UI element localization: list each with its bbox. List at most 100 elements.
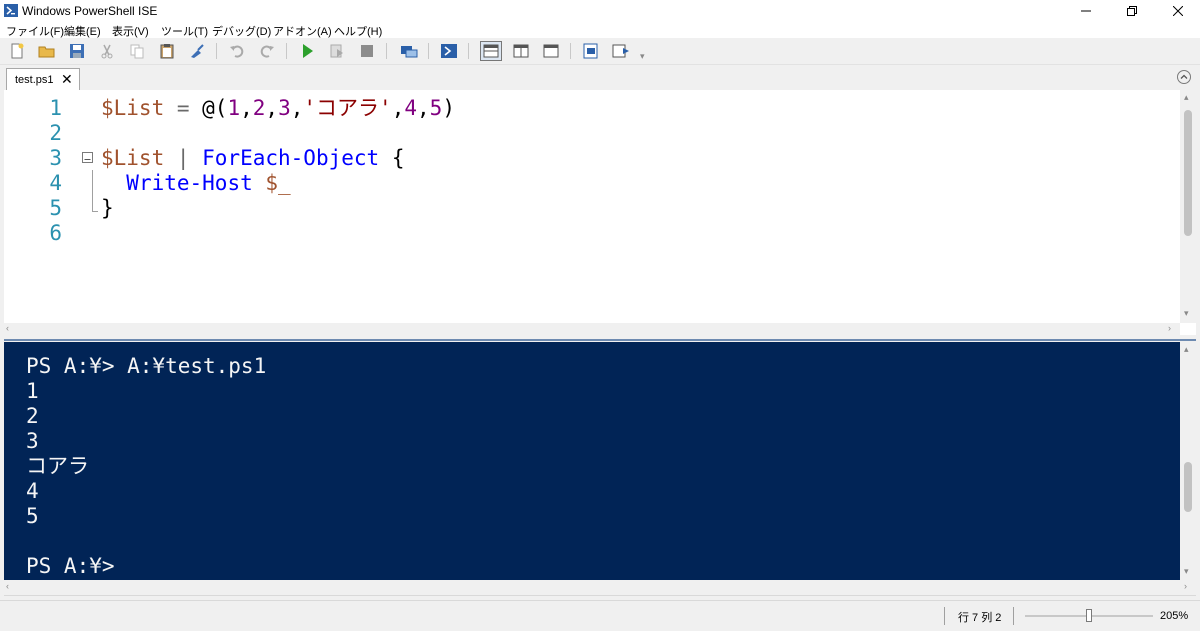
- code-token: Write-Host: [126, 171, 253, 195]
- powershell-ise-icon: [4, 4, 18, 17]
- console-line: PS A:¥>: [26, 554, 115, 578]
- menu-debug[interactable]: デバッグ(D): [212, 23, 271, 39]
- scroll-up-icon[interactable]: ▴: [1184, 92, 1189, 103]
- tab-test-ps1[interactable]: test.ps1 ✕: [6, 68, 80, 90]
- scroll-right-icon[interactable]: ›: [1168, 323, 1171, 333]
- scroll-left-icon[interactable]: ‹: [6, 323, 9, 333]
- layout-max-icon[interactable]: [542, 42, 560, 60]
- code-token: |: [164, 146, 203, 170]
- console-pane[interactable]: PS A:¥> A:¥test.ps1 1 2 3 コアラ 4 5 PS A:¥>: [4, 342, 1180, 580]
- cursor-position: 行 7 列 2: [958, 612, 1002, 624]
- code-line: $List | ForEach-Object {: [101, 146, 404, 171]
- powershell-icon[interactable]: [440, 42, 458, 60]
- layout-right-icon[interactable]: [512, 42, 530, 60]
- tab-close-icon[interactable]: ✕: [61, 71, 73, 88]
- console-line: 3: [26, 429, 39, 453]
- console-horizontal-scrollbar[interactable]: ‹ ›: [4, 580, 1196, 596]
- show-script-pane-icon[interactable]: [582, 42, 600, 60]
- code-token: }: [101, 196, 114, 220]
- paste-icon[interactable]: [158, 42, 176, 60]
- line-number: 4: [49, 171, 62, 195]
- scroll-down-icon[interactable]: ▾: [1184, 308, 1189, 319]
- menu-help[interactable]: ヘルプ(H): [334, 23, 382, 39]
- scroll-up-icon[interactable]: ▴: [1184, 344, 1189, 355]
- code-token: $_: [265, 171, 291, 195]
- show-commands-icon[interactable]: [612, 42, 630, 60]
- menu-bar: ファイル(F) 編集(E) 表示(V) ツール(T) デバッグ(D) アドオン(…: [0, 22, 1200, 38]
- close-button[interactable]: [1155, 0, 1200, 22]
- toolbar-separator: [216, 43, 217, 59]
- editor-vertical-scrollbar[interactable]: ▴ ▾: [1180, 90, 1196, 323]
- title-bar: Windows PowerShell ISE: [0, 0, 1200, 22]
- toolbar-separator: [386, 43, 387, 59]
- code-token: 3: [278, 96, 291, 120]
- console-line: 1: [26, 379, 39, 403]
- fold-guide-end: [92, 211, 98, 212]
- new-file-icon[interactable]: [8, 42, 26, 60]
- line-number: 3: [49, 146, 62, 170]
- code-token: ,: [240, 96, 253, 120]
- script-editor[interactable]: 1 2 3 4 5 6 $List = @(1,2,3,'コアラ',4,5) $L…: [4, 90, 1196, 335]
- line-number: 2: [49, 121, 62, 145]
- clear-console-icon[interactable]: [188, 42, 206, 60]
- run-script-icon[interactable]: [298, 42, 316, 60]
- menu-tools[interactable]: ツール(T): [161, 23, 208, 39]
- toolbar-separator: [286, 43, 287, 59]
- run-selection-icon[interactable]: [328, 42, 346, 60]
- splitter-line: [4, 339, 1196, 341]
- collapse-script-pane-button[interactable]: [1177, 70, 1191, 84]
- console-line: 2: [26, 404, 39, 428]
- console-line: 5: [26, 504, 39, 528]
- cut-icon[interactable]: [98, 42, 116, 60]
- zoom-slider-thumb[interactable]: [1086, 609, 1092, 622]
- status-bar: 行 7 列 2 205%: [0, 600, 1200, 631]
- stop-icon[interactable]: [358, 42, 376, 60]
- chevron-up-icon: [1180, 74, 1188, 79]
- toolbar: ▾: [0, 38, 1200, 65]
- code-token: ,: [290, 96, 304, 120]
- pane-splitter[interactable]: [0, 335, 1200, 342]
- scroll-left-icon[interactable]: ‹: [6, 581, 9, 591]
- code-token: 'コアラ': [303, 96, 392, 120]
- tab-strip: test.ps1 ✕: [0, 65, 1200, 90]
- collapse-minus-icon: [84, 159, 91, 160]
- menu-addons[interactable]: アドオン(A): [273, 23, 332, 39]
- fold-toggle[interactable]: [82, 152, 93, 163]
- code-token: ,: [391, 96, 405, 120]
- layout-top-icon[interactable]: [480, 41, 502, 61]
- menu-edit[interactable]: 編集(E): [64, 23, 101, 39]
- code-token: ,: [417, 96, 430, 120]
- code-line: $List = @(1,2,3,'コアラ',4,5): [101, 96, 455, 121]
- scroll-down-icon[interactable]: ▾: [1184, 566, 1189, 577]
- status-separator: [1013, 607, 1014, 625]
- toolbar-separator: [468, 43, 469, 59]
- redo-icon[interactable]: [258, 42, 276, 60]
- open-folder-icon[interactable]: [38, 42, 56, 60]
- code-line: Write-Host $_: [101, 171, 291, 196]
- save-icon[interactable]: [68, 42, 86, 60]
- restore-icon: [1127, 6, 1137, 16]
- console-vertical-scrollbar[interactable]: ▴ ▾: [1180, 342, 1196, 580]
- copy-icon[interactable]: [128, 42, 146, 60]
- code-token: $List: [101, 146, 165, 170]
- scroll-right-icon[interactable]: ›: [1184, 581, 1187, 591]
- minimize-button[interactable]: [1063, 0, 1109, 22]
- restore-button[interactable]: [1109, 0, 1155, 22]
- zoom-slider[interactable]: [1025, 609, 1153, 622]
- editor-horizontal-scrollbar[interactable]: ‹ ›: [4, 323, 1180, 335]
- undo-icon[interactable]: [228, 42, 246, 60]
- new-remote-tab-icon[interactable]: [400, 42, 418, 60]
- code-token: =: [164, 96, 203, 120]
- window-title: Windows PowerShell ISE: [22, 4, 158, 18]
- code-token: ,: [265, 96, 279, 120]
- minimize-icon: [1081, 10, 1091, 12]
- console-scroll-thumb[interactable]: [1184, 462, 1192, 512]
- editor-scroll-thumb[interactable]: [1184, 110, 1192, 236]
- code-token: 4: [404, 96, 417, 120]
- menu-view[interactable]: 表示(V): [112, 23, 149, 39]
- toolbar-overflow-icon[interactable]: ▾: [640, 51, 645, 62]
- menu-file[interactable]: ファイル(F): [6, 23, 64, 39]
- toolbar-separator: [570, 43, 571, 59]
